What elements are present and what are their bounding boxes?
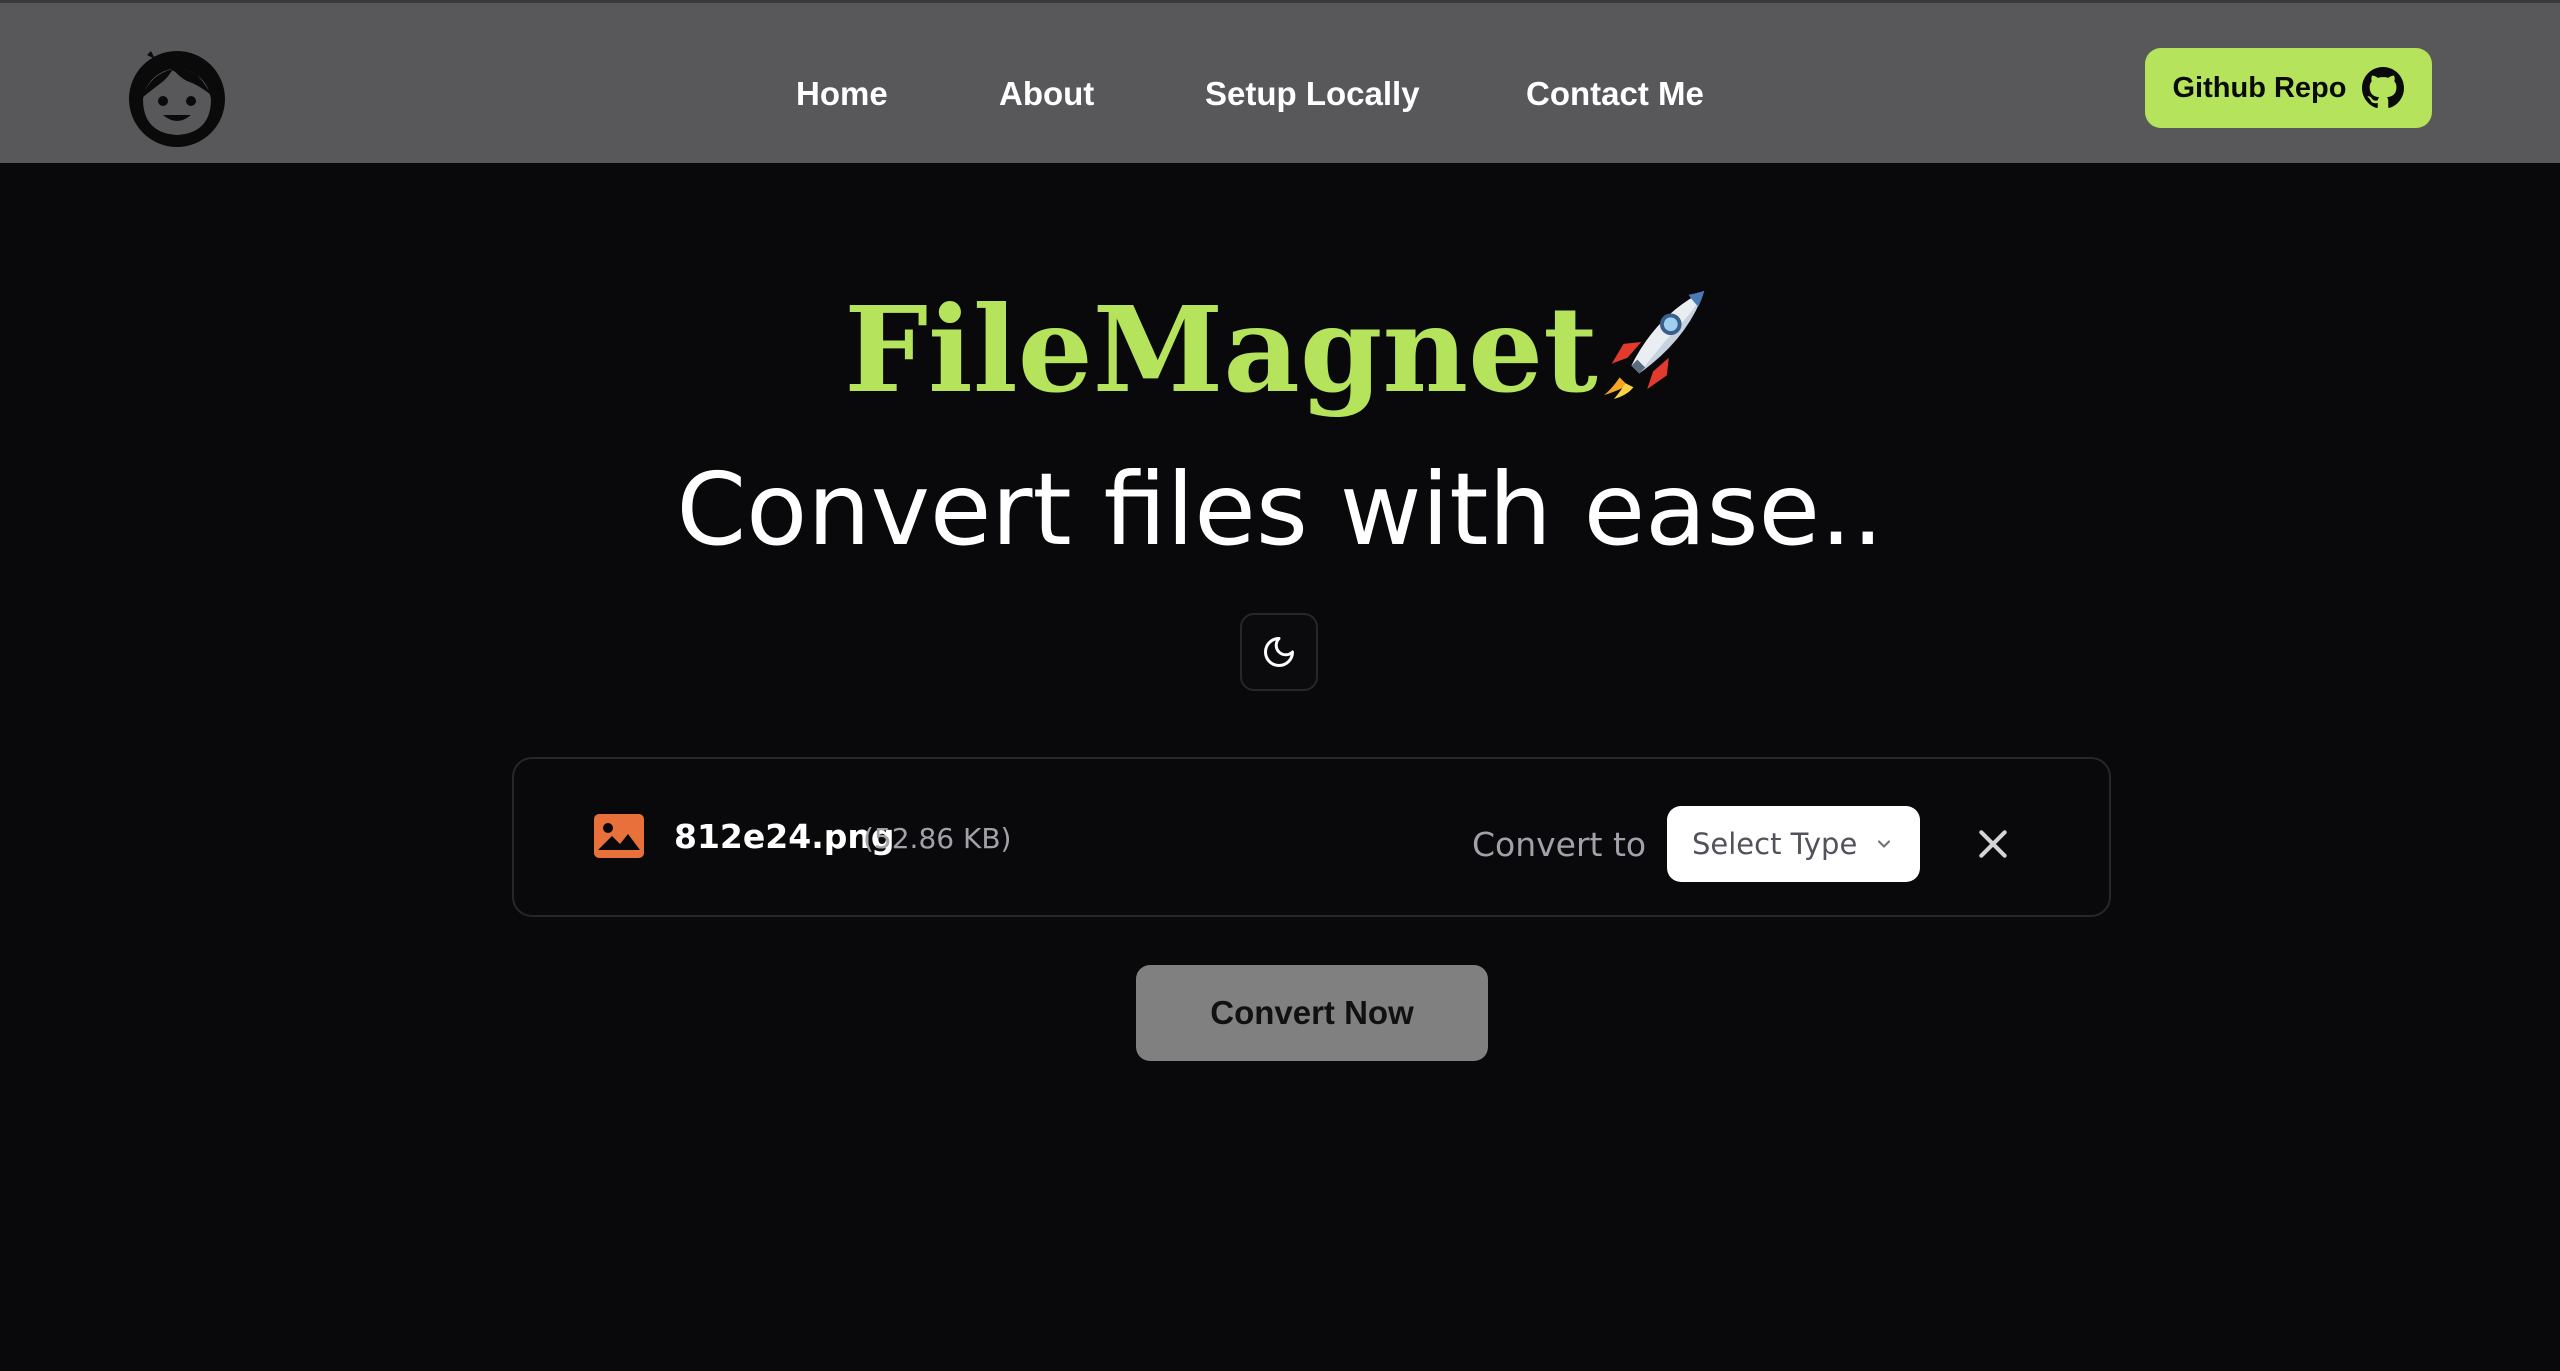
file-name: 812e24.png bbox=[674, 817, 895, 856]
file-size: (52.86 KB) bbox=[863, 822, 1012, 855]
brand-title: FileMagnet bbox=[0, 280, 2560, 420]
header: Home About Setup Locally Contact Me Gith… bbox=[0, 0, 2560, 163]
image-file-icon bbox=[594, 814, 644, 858]
nav-home-link[interactable]: Home bbox=[796, 75, 888, 113]
tagline: Convert files with ease.. bbox=[676, 451, 1884, 568]
brand-name: FileMagnet bbox=[844, 280, 1598, 419]
github-repo-button[interactable]: Github Repo bbox=[2145, 48, 2432, 128]
file-type-select[interactable]: Select Type bbox=[1667, 806, 1920, 882]
convert-to-label: Convert to bbox=[1472, 825, 1647, 864]
theme-toggle-button[interactable] bbox=[1240, 613, 1318, 691]
nav-setup-locally-link[interactable]: Setup Locally bbox=[1205, 75, 1420, 113]
nav-about-link[interactable]: About bbox=[999, 75, 1094, 113]
convert-now-button[interactable]: Convert Now bbox=[1136, 965, 1488, 1061]
file-card: 812e24.png (52.86 KB) Convert to Select … bbox=[512, 757, 2111, 917]
moon-icon bbox=[1264, 637, 1294, 667]
close-icon[interactable] bbox=[1973, 824, 2013, 864]
github-repo-label: Github Repo bbox=[2172, 71, 2347, 104]
nav-contact-me-link[interactable]: Contact Me bbox=[1526, 75, 1704, 113]
file-type-select-value: Select Type bbox=[1692, 827, 1858, 861]
rocket-icon bbox=[1603, 290, 1704, 399]
github-icon bbox=[2362, 67, 2405, 108]
chevron-down-icon bbox=[1877, 840, 1891, 848]
